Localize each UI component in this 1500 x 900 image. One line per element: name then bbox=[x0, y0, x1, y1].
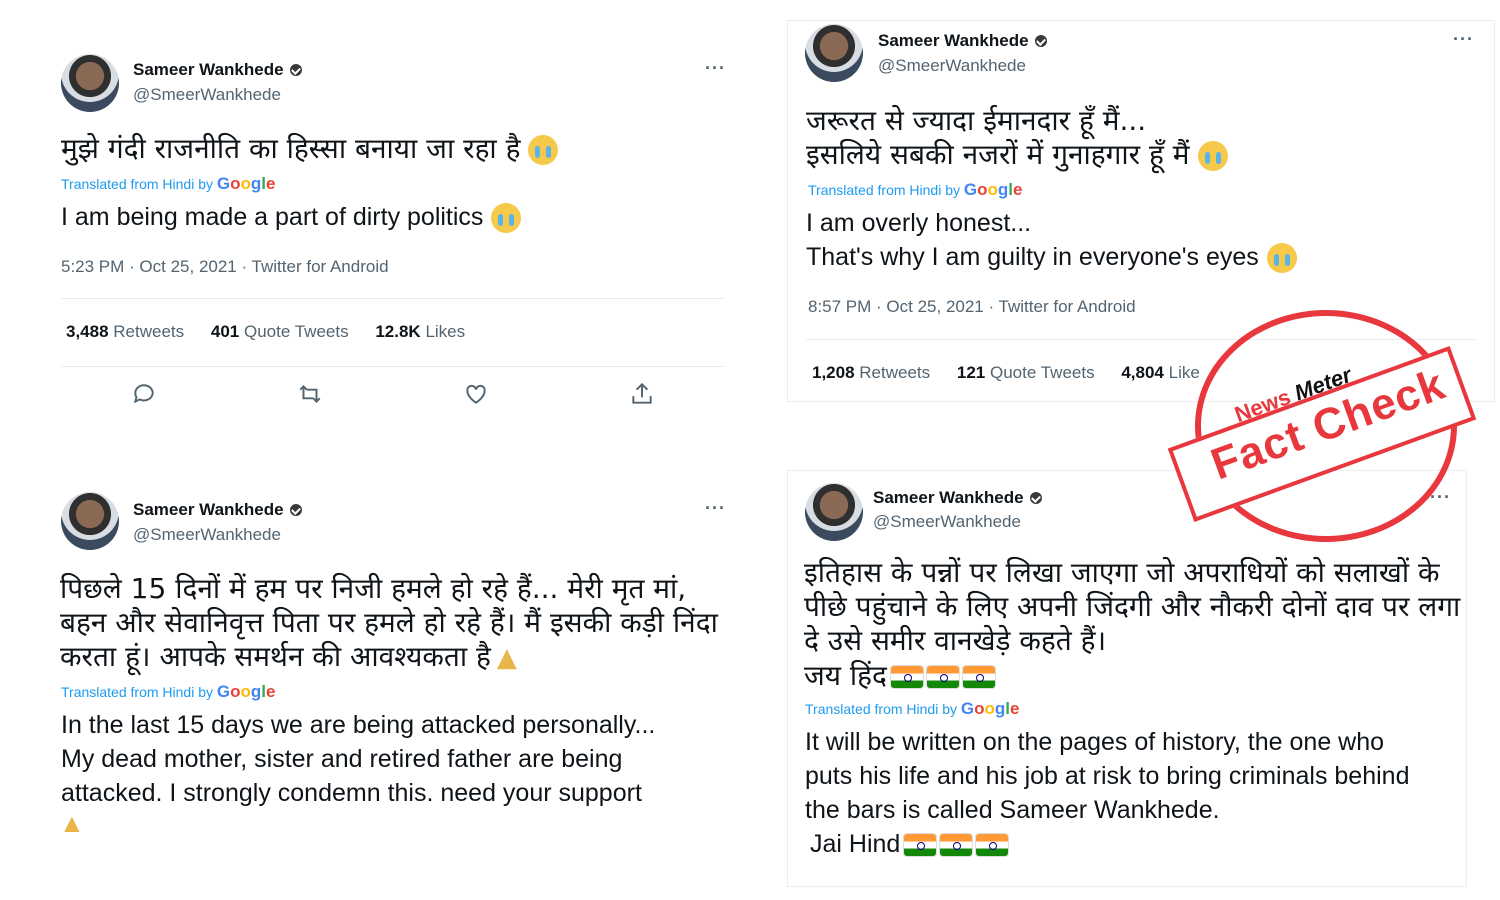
engagement-stats: 3,488 Retweets 401 Quote Tweets 12.8K Li… bbox=[66, 322, 487, 342]
divider bbox=[61, 366, 725, 367]
google-logo: Google bbox=[960, 699, 1020, 718]
tweet-text-hindi-jai-hind: जय हिंद bbox=[804, 659, 995, 693]
divider bbox=[61, 298, 725, 299]
author-handle[interactable]: @SmeerWankhede bbox=[133, 525, 281, 545]
tweet-text-translation: It will be written on the pages of histo… bbox=[805, 728, 1410, 824]
verified-badge-icon bbox=[289, 504, 302, 516]
avatar[interactable] bbox=[805, 24, 863, 82]
google-logo: Google bbox=[216, 682, 276, 701]
avatar[interactable] bbox=[61, 492, 119, 550]
verified-badge-icon bbox=[289, 64, 302, 76]
tweet-text-translation: I am being made a part of dirty politics bbox=[61, 200, 522, 234]
author-name[interactable]: Sameer Wankhede bbox=[878, 31, 1047, 51]
tweet-timestamp[interactable]: 5:23 PM · Oct 25, 2021 · Twitter for And… bbox=[61, 257, 389, 277]
author-name[interactable]: Sameer Wankhede bbox=[133, 60, 302, 80]
tweet-text-translation: In the last 15 days we are being attacke… bbox=[61, 711, 656, 807]
engagement-stats: 1,208 Retweets 121 Quote Tweets 4,804 Li… bbox=[812, 363, 1222, 383]
translation-attribution[interactable]: Translated from Hindi by Google bbox=[61, 682, 275, 702]
more-options-icon[interactable]: ··· bbox=[1453, 29, 1474, 50]
translation-attribution[interactable]: Translated from Hindi by Google bbox=[61, 174, 275, 194]
tweet-text-hindi: मुझे गंदी राजनीति का हिस्सा बनाया जा रहा… bbox=[61, 132, 559, 166]
crying-face-icon bbox=[528, 135, 559, 165]
likes-count[interactable]: 12.8K Likes bbox=[375, 322, 465, 341]
author-handle[interactable]: @SmeerWankhede bbox=[133, 85, 281, 105]
tweet-text-translation: I am overly honest... That's why I am gu… bbox=[806, 206, 1297, 274]
crying-face-icon bbox=[1197, 141, 1228, 171]
india-flag-icon bbox=[962, 666, 995, 688]
tweet-card-1: Sameer Wankhede @SmeerWankhede ··· मुझे … bbox=[45, 48, 735, 428]
tweet-text-hindi: इतिहास के पन्नों पर लिखा जाएगा जो अपराधि… bbox=[804, 556, 1461, 657]
crying-face-icon bbox=[491, 203, 522, 234]
tweet-text-translation-jai-hind: Jai Hind bbox=[810, 827, 1009, 861]
google-logo: Google bbox=[216, 174, 276, 193]
quote-tweets-count[interactable]: 121 Quote Tweets bbox=[957, 363, 1095, 382]
folded-hands-icon: ▲ bbox=[59, 808, 85, 838]
retweets-count[interactable]: 1,208 Retweets bbox=[812, 363, 930, 382]
more-options-icon[interactable]: ··· bbox=[705, 58, 726, 79]
tweet-text-hindi: जरूरत से ज्यादा ईमानदार हूँ मैं... इसलिय… bbox=[806, 104, 1228, 172]
author-name[interactable]: Sameer Wankhede bbox=[873, 488, 1042, 508]
author-handle[interactable]: @SmeerWankhede bbox=[878, 56, 1026, 76]
translation-attribution[interactable]: Translated from Hindi by Google bbox=[808, 180, 1022, 200]
more-options-icon[interactable]: ··· bbox=[705, 498, 726, 519]
verified-badge-icon bbox=[1029, 492, 1042, 504]
india-flag-icon bbox=[904, 834, 937, 857]
reply-icon[interactable] bbox=[131, 381, 157, 407]
avatar[interactable] bbox=[61, 54, 119, 112]
india-flag-icon bbox=[940, 834, 973, 857]
india-flag-icon bbox=[976, 834, 1009, 857]
crying-face-icon bbox=[1266, 243, 1297, 274]
verified-badge-icon bbox=[1034, 35, 1047, 47]
folded-hands-icon: ▲ bbox=[496, 643, 517, 673]
author-handle[interactable]: @SmeerWankhede bbox=[873, 512, 1021, 532]
like-heart-icon[interactable] bbox=[463, 381, 489, 407]
tweet-card-3: Sameer Wankhede @SmeerWankhede ··· पिछले… bbox=[45, 478, 735, 858]
quote-tweets-count[interactable]: 401 Quote Tweets bbox=[211, 322, 349, 341]
retweet-icon[interactable] bbox=[297, 381, 323, 407]
tweet-text-hindi: पिछले 15 दिनों में हम पर निजी हमले हो रह… bbox=[60, 572, 718, 673]
india-flag-icon bbox=[890, 666, 923, 688]
tweet-timestamp[interactable]: 8:57 PM · Oct 25, 2021 · Twitter for And… bbox=[808, 297, 1136, 317]
retweets-count[interactable]: 3,488 Retweets bbox=[66, 322, 184, 341]
author-name[interactable]: Sameer Wankhede bbox=[133, 500, 302, 520]
google-logo: Google bbox=[963, 180, 1023, 199]
likes-count[interactable]: 4,804 Like bbox=[1121, 363, 1199, 382]
avatar[interactable] bbox=[805, 483, 863, 541]
action-bar bbox=[61, 381, 725, 407]
share-icon[interactable] bbox=[629, 381, 655, 407]
translation-attribution[interactable]: Translated from Hindi by Google bbox=[805, 699, 1019, 719]
india-flag-icon bbox=[926, 666, 959, 688]
